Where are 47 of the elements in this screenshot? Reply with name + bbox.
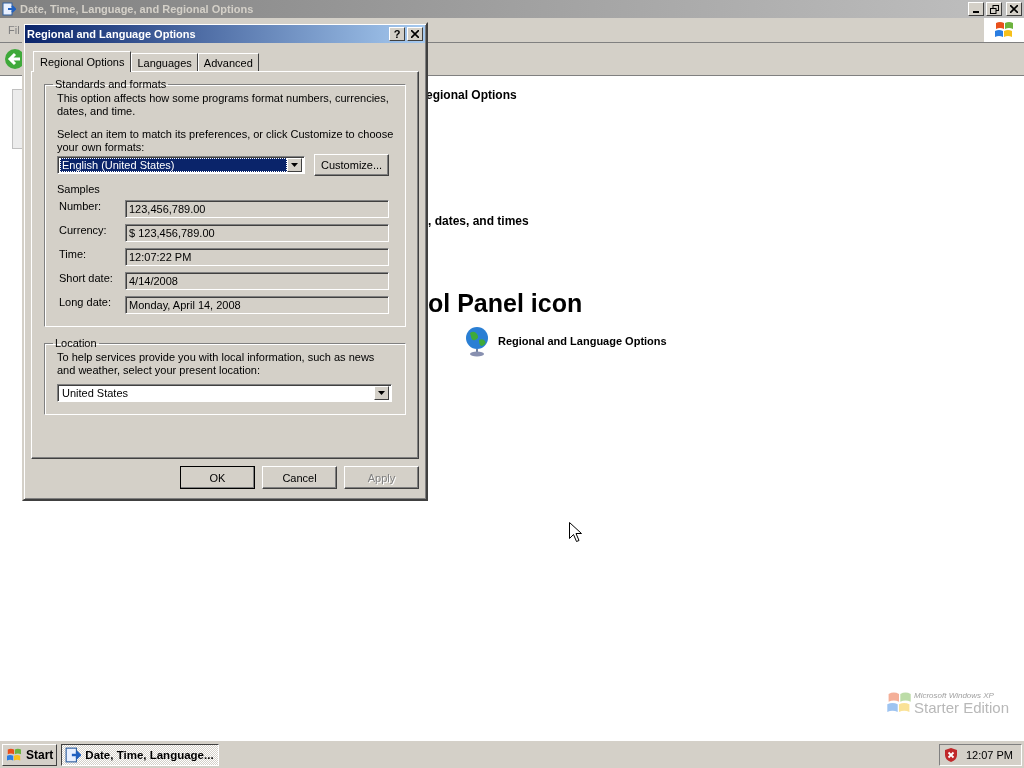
sample-label: Short date: <box>59 272 114 284</box>
sample-field: 12:07:22 PM <box>125 248 389 266</box>
app-icon <box>65 746 82 763</box>
edition-name: Starter Edition <box>914 699 1010 715</box>
sample-field: Monday, April 14, 2008 <box>125 296 389 314</box>
window-title: Date, Time, Language, and Regional Options <box>20 3 255 15</box>
dialog-button[interactable]: Cancel <box>262 466 337 489</box>
windows-logo-icon <box>984 18 1024 42</box>
page-heading: egional Options <box>426 88 517 102</box>
tab[interactable]: Languages <box>131 53 198 71</box>
mouse-pointer-icon <box>569 522 582 543</box>
app-icon <box>2 2 16 16</box>
dialog-title: Regional and Language Options <box>27 28 197 40</box>
tab[interactable]: Advanced <box>197 53 259 71</box>
description-text: To help services provide you with local information, such as news and weather, select your present location: <box>57 351 376 377</box>
start-button[interactable]: Start <box>2 743 58 766</box>
instruction-text: Select an item to match its preferences, or click Customize to choose your own formats: <box>57 128 394 154</box>
sample-field: 123,456,789.00 <box>125 200 389 218</box>
close-icon <box>411 30 419 38</box>
tab[interactable]: Regional Options <box>33 51 132 72</box>
group-label: Standards and formats <box>54 78 168 90</box>
sample-label: Time: <box>59 248 88 260</box>
control-panel-link[interactable]: Regional and Language Options <box>498 335 667 347</box>
product-name: Microsoft Windows XP <box>914 691 995 700</box>
restore-icon <box>989 4 999 14</box>
shield-icon[interactable] <box>943 746 958 763</box>
taskbar-button[interactable]: Date, Time, Language... <box>61 743 220 766</box>
close-icon <box>1010 5 1018 13</box>
description-text: This option affects how some programs format numbers, currencies, dates, and time. <box>57 92 390 118</box>
sample-label: Number: <box>59 200 103 212</box>
windows-flag-icon <box>6 747 22 762</box>
sample-field: $ 123,456,789.00 <box>125 224 389 242</box>
sample-field: 4/14/2008 <box>125 272 389 290</box>
close-button[interactable] <box>407 27 423 41</box>
help-button[interactable]: ? <box>389 27 405 41</box>
format-dropdown[interactable]: English (United States) <box>57 156 305 174</box>
group-label: Location <box>54 337 98 349</box>
section-title: ol Panel icon <box>428 289 583 318</box>
dialog-button[interactable]: OK <box>180 466 255 489</box>
task-heading: , dates, and times <box>428 214 529 228</box>
location-dropdown[interactable]: United States <box>57 384 392 402</box>
globe-icon[interactable] <box>464 325 490 357</box>
customize-button[interactable]: Customize... <box>314 154 389 176</box>
sample-label: Long date: <box>59 296 112 308</box>
sample-label: Currency: <box>59 224 108 236</box>
clock: 12:07 PM <box>965 748 1013 761</box>
samples-label: Samples <box>57 183 101 195</box>
